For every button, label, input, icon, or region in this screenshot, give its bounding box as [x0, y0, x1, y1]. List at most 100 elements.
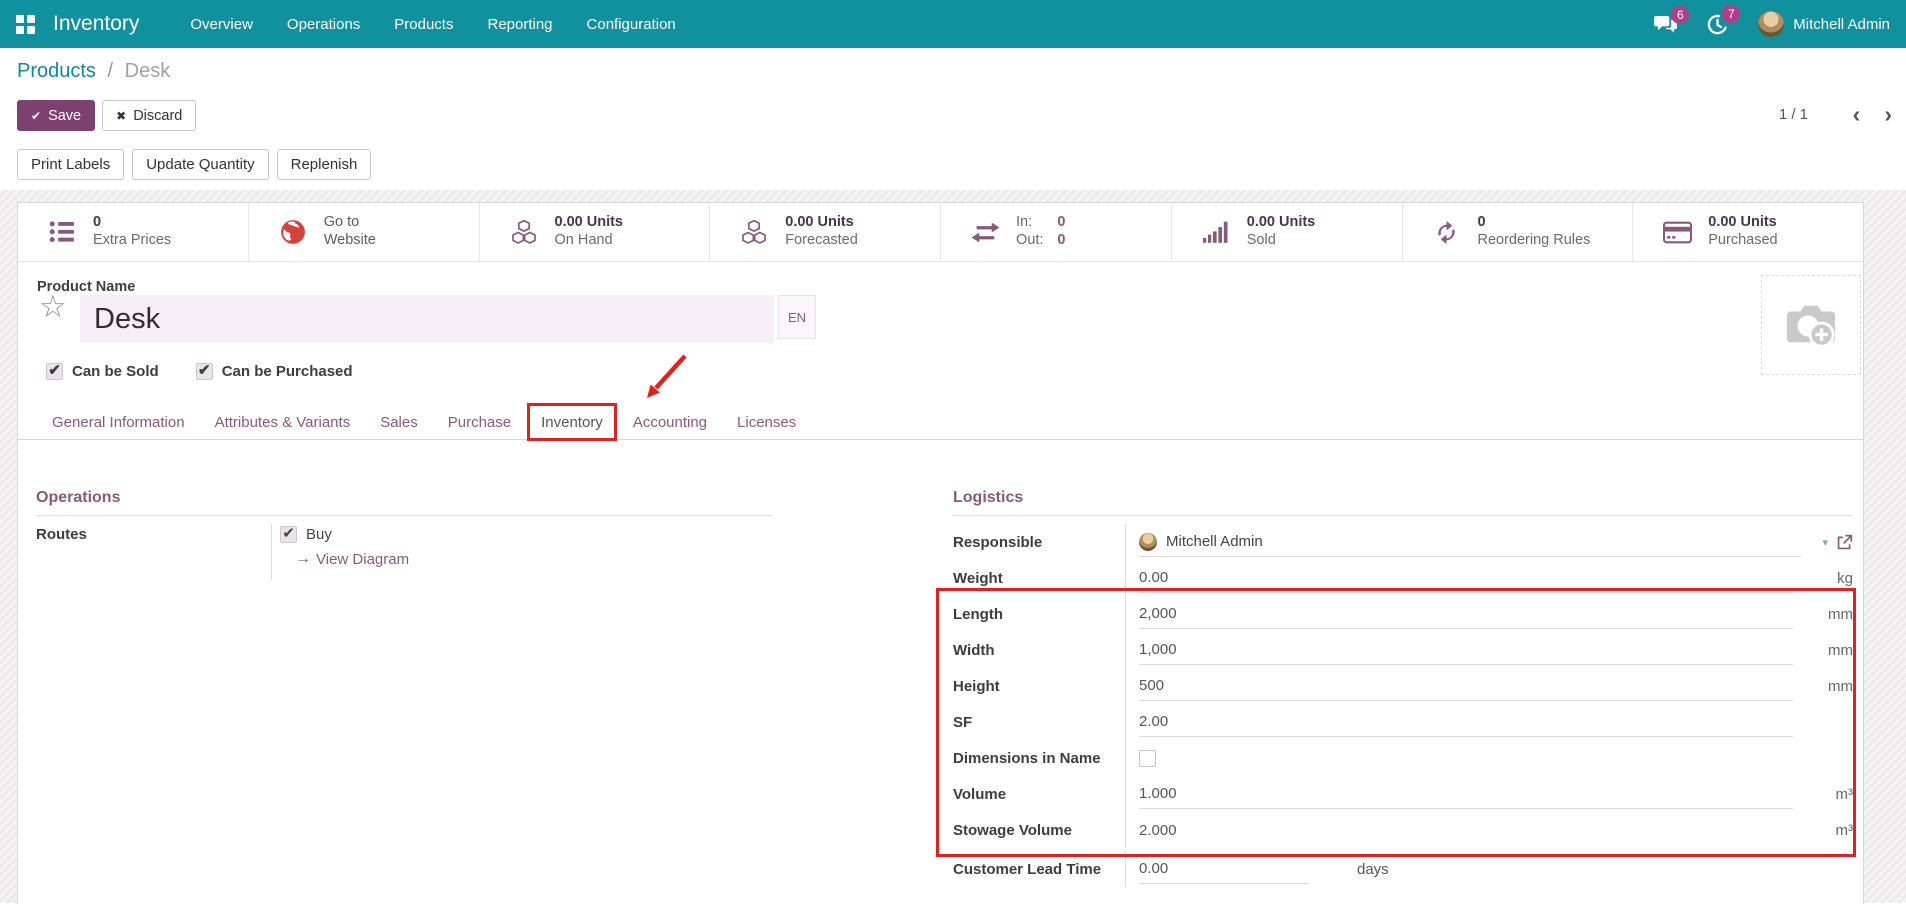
activities-icon[interactable]: 7: [1707, 14, 1728, 35]
weight-input[interactable]: 0.00: [1139, 563, 1793, 593]
stat-value: 0.00 Units: [555, 214, 624, 232]
tab-inventory[interactable]: Inventory: [527, 403, 617, 441]
stat-in-label: In:: [1016, 214, 1043, 232]
stowage-volume-value: 2.000: [1139, 816, 1793, 845]
nav-item-overview[interactable]: Overview: [173, 0, 270, 48]
discard-button[interactable]: ✖ Discard: [102, 100, 196, 131]
customer-lead-time-row: Customer Lead Time 0.00 days: [953, 851, 1853, 887]
nav-menu: Overview Operations Products Reporting C…: [173, 0, 692, 48]
nav-item-operations[interactable]: Operations: [270, 0, 377, 48]
customer-lead-time-input[interactable]: 0.00: [1139, 854, 1309, 884]
route-buy-label: Buy: [306, 526, 332, 543]
language-badge[interactable]: EN: [778, 295, 816, 339]
height-input[interactable]: 500: [1139, 671, 1793, 701]
globe-icon: [277, 219, 309, 245]
tab-accounting[interactable]: Accounting: [619, 405, 721, 439]
stat-value: 0.00 Units: [785, 214, 858, 232]
can-be-sold-checkbox[interactable]: ✔: [46, 363, 63, 380]
volume-input[interactable]: 1.000: [1139, 779, 1793, 809]
save-label: Save: [48, 108, 81, 124]
breadcrumb-products-link[interactable]: Products: [17, 60, 96, 82]
content-background: 0 Extra Prices Go to Website 0.00 Units …: [0, 190, 1906, 903]
form-sheet: 0 Extra Prices Go to Website 0.00 Units …: [17, 202, 1864, 904]
replenish-button[interactable]: Replenish: [277, 149, 372, 180]
stowage-volume-label: Stowage Volume: [953, 822, 1125, 839]
dimensions-in-name-checkbox[interactable]: [1139, 750, 1156, 767]
external-link-icon[interactable]: [1836, 534, 1853, 551]
stat-label: Website: [324, 232, 376, 250]
stat-value: 0: [1478, 214, 1591, 232]
width-label: Width: [953, 642, 1125, 659]
responsible-field[interactable]: Mitchell Admin: [1139, 527, 1801, 557]
stat-go-to-website[interactable]: Go to Website: [249, 203, 480, 261]
tab-attributes-variants[interactable]: Attributes & Variants: [201, 405, 365, 439]
responsible-label: Responsible: [953, 534, 1125, 551]
stat-button-row: 0 Extra Prices Go to Website 0.00 Units …: [18, 203, 1863, 262]
sf-input[interactable]: 2.00: [1139, 707, 1793, 737]
cubes-icon: [738, 219, 770, 246]
width-input[interactable]: 1,000: [1139, 635, 1793, 665]
stat-label: Purchased: [1708, 232, 1777, 250]
product-image-placeholder[interactable]: [1761, 275, 1861, 375]
stat-reordering-rules[interactable]: 0 Reordering Rules: [1403, 203, 1634, 261]
stat-on-hand[interactable]: 0.00 Units On Hand: [480, 203, 711, 261]
view-diagram-link[interactable]: → View Diagram: [295, 550, 773, 568]
dimensions-in-name-row: Dimensions in Name: [953, 740, 1853, 776]
breadcrumb-current: Desk: [125, 60, 171, 82]
height-unit: mm: [1793, 678, 1853, 695]
sf-row: SF 2.00: [953, 704, 1853, 740]
routes-label: Routes: [36, 524, 271, 580]
volume-label: Volume: [953, 786, 1125, 803]
view-diagram-arrow-icon: →: [295, 550, 311, 568]
routes-value: ✔ Buy → View Diagram: [271, 524, 773, 580]
can-be-sold-label: Can be Sold: [72, 363, 159, 380]
route-buy-checkbox[interactable]: ✔: [280, 526, 297, 543]
stat-sold[interactable]: 0.00 Units Sold: [1172, 203, 1403, 261]
refresh-icon: [1431, 220, 1463, 245]
stat-purchased[interactable]: 0.00 Units Purchased: [1633, 203, 1863, 261]
length-unit: mm: [1793, 606, 1853, 623]
stat-in-out[interactable]: In: 0 Out: 0: [941, 203, 1172, 261]
pager-counter: 1 / 1: [1779, 106, 1808, 123]
user-avatar: [1758, 11, 1784, 37]
tab-purchase[interactable]: Purchase: [434, 405, 525, 439]
discard-label: Discard: [133, 108, 182, 124]
pager-next-icon[interactable]: ›: [1884, 100, 1892, 128]
favorite-star-icon[interactable]: ☆: [39, 291, 67, 322]
length-row: Length 2,000 mm: [953, 596, 1853, 632]
height-label: Height: [953, 678, 1125, 695]
user-menu[interactable]: Mitchell Admin: [1758, 11, 1890, 37]
save-button[interactable]: ✔ Save: [17, 100, 95, 131]
stat-value: Go to: [324, 214, 376, 232]
discard-x-icon: ✖: [116, 109, 126, 123]
length-label: Length: [953, 606, 1125, 623]
nav-item-products[interactable]: Products: [377, 0, 470, 48]
can-be-purchased-checkbox[interactable]: ✔: [196, 363, 213, 380]
stat-label: Extra Prices: [93, 232, 171, 250]
dropdown-caret-icon[interactable]: ▾: [1822, 536, 1828, 549]
stat-extra-prices[interactable]: 0 Extra Prices: [18, 203, 249, 261]
stat-in-value: 0: [1057, 214, 1065, 232]
tab-licenses[interactable]: Licenses: [723, 405, 810, 439]
app-name[interactable]: Inventory: [53, 12, 139, 36]
can-be-purchased-field: ✔ Can be Purchased: [196, 363, 353, 380]
product-name-input[interactable]: Desk: [80, 295, 774, 343]
nav-item-configuration[interactable]: Configuration: [570, 0, 693, 48]
apps-grid-icon[interactable]: [16, 15, 35, 34]
tab-general-information[interactable]: General Information: [38, 405, 199, 439]
nav-item-reporting[interactable]: Reporting: [470, 0, 569, 48]
length-input[interactable]: 2,000: [1139, 599, 1793, 629]
messages-icon[interactable]: 6: [1654, 15, 1677, 34]
camera-plus-icon: [1782, 300, 1840, 350]
user-name: Mitchell Admin: [1793, 16, 1890, 33]
tab-sales[interactable]: Sales: [366, 405, 432, 439]
operations-group: Operations Routes ✔ Buy → View Diagram: [36, 489, 773, 580]
stat-forecasted[interactable]: 0.00 Units Forecasted: [710, 203, 941, 261]
weight-unit: kg: [1793, 570, 1853, 587]
credit-card-icon: [1661, 221, 1693, 244]
stat-out-label: Out:: [1016, 232, 1043, 250]
pager-previous-icon[interactable]: ‹: [1853, 100, 1861, 128]
stat-label: Forecasted: [785, 232, 858, 250]
update-quantity-button[interactable]: Update Quantity: [132, 149, 268, 180]
print-labels-button[interactable]: Print Labels: [17, 149, 124, 180]
